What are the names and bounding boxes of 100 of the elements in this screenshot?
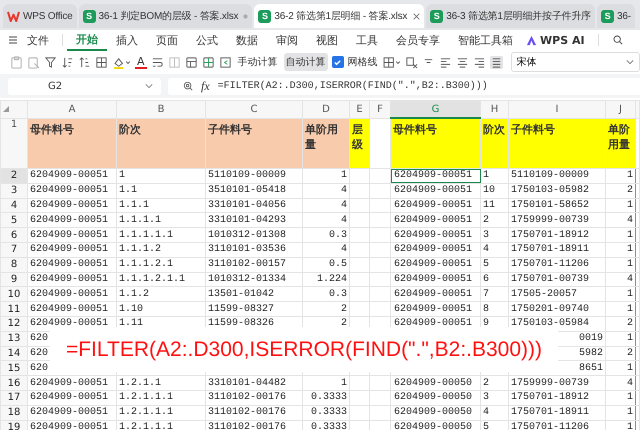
filter-icon[interactable] bbox=[44, 56, 57, 68]
function-button[interactable]: fx bbox=[201, 78, 210, 94]
document-tab[interactable]: S 36-2 筛选第1层明细 - 答案.xlsx bbox=[254, 4, 424, 28]
table-cell: 6204909-00051 bbox=[28, 286, 116, 302]
table-cell: 1 bbox=[606, 257, 636, 272]
document-tab[interactable]: S 36-3 筛选第1层明细并按子件升序 bbox=[426, 4, 595, 28]
font-color-button[interactable]: A bbox=[135, 56, 147, 68]
select-all-icon[interactable] bbox=[3, 106, 9, 112]
row-header[interactable]: 18 bbox=[0, 405, 28, 420]
row-header[interactable]: 16 bbox=[0, 376, 28, 390]
column-header[interactable]: H bbox=[480, 100, 508, 118]
row-header[interactable]: 3 bbox=[0, 183, 28, 198]
row-header[interactable]: 14 bbox=[0, 346, 28, 361]
table-cell: 6204909-00051 bbox=[28, 198, 116, 213]
align-center-icon[interactable] bbox=[456, 56, 469, 68]
column-header[interactable]: D bbox=[302, 100, 350, 118]
table-cell: 3110102-00176 bbox=[206, 405, 302, 420]
row-header[interactable]: 2 bbox=[0, 168, 28, 184]
row-header[interactable]: 4 bbox=[0, 198, 28, 213]
table-cell: 1 bbox=[302, 376, 350, 390]
calculation-button[interactable]: 自动计算 bbox=[284, 53, 328, 71]
table-cell: 17505-20057 bbox=[508, 286, 606, 302]
menu-tab[interactable]: WPS AI bbox=[537, 32, 594, 48]
menu-tab[interactable]: 公式 bbox=[187, 30, 227, 50]
row-header[interactable]: 1 bbox=[0, 118, 28, 168]
table-cell: 1750701-18912 bbox=[508, 228, 606, 242]
menu-tab[interactable]: 视图 bbox=[307, 30, 347, 50]
wrap-text-icon[interactable] bbox=[150, 56, 164, 68]
cell-style-icon[interactable] bbox=[382, 56, 401, 68]
close-icon[interactable] bbox=[413, 12, 420, 20]
clear-icon[interactable] bbox=[404, 56, 418, 68]
document-tab[interactable]: S 36-1 判定BOM的层级 - 答案.xlsx bbox=[78, 4, 252, 28]
font-dropdown[interactable]: 宋体 bbox=[510, 52, 640, 72]
menu-tab[interactable]: 智能工具箱 bbox=[449, 30, 522, 50]
header-cell: 子件料号 bbox=[508, 118, 606, 168]
calculation-button[interactable]: 手动计算 bbox=[236, 53, 280, 71]
row-header[interactable]: 5 bbox=[0, 212, 28, 228]
menu-tab[interactable]: 审阅 bbox=[267, 30, 307, 50]
menu-tab[interactable]: 页面 bbox=[147, 30, 187, 50]
menu-tab[interactable]: 工具 bbox=[347, 30, 387, 50]
gridlines-checkbox[interactable] bbox=[332, 56, 344, 68]
row-header[interactable]: 11 bbox=[0, 302, 28, 316]
table-cell: 1.2.1.1.1 bbox=[116, 420, 206, 430]
search-icon[interactable] bbox=[612, 35, 623, 45]
table-icon[interactable] bbox=[184, 56, 198, 68]
table-cell: 4 bbox=[606, 212, 636, 228]
header-cell: 阶次 bbox=[480, 118, 508, 168]
document-tab[interactable]: S 36- bbox=[596, 4, 635, 28]
row-header[interactable]: 10 bbox=[0, 286, 28, 302]
align-right-icon[interactable] bbox=[472, 56, 486, 68]
formula-text: =FILTER(A2:.D300,ISERROR(FIND(".",B2:.B300))) bbox=[218, 80, 488, 92]
column-header[interactable]: E bbox=[350, 100, 370, 118]
menu-tab[interactable]: 数据 bbox=[227, 30, 267, 50]
table-cell: 6204909-00051 bbox=[390, 168, 480, 184]
table-cell: 1750701-11206 bbox=[508, 257, 606, 272]
sort-descending-icon[interactable] bbox=[78, 56, 91, 68]
menu-icon[interactable] bbox=[8, 35, 18, 45]
align-left-icon[interactable] bbox=[438, 56, 452, 68]
table-cell: 6204909-00051 bbox=[28, 376, 116, 390]
table-cell: 6204909-00050 bbox=[390, 405, 480, 420]
document-tab[interactable]: WPS Office bbox=[3, 4, 76, 28]
column-header[interactable]: I bbox=[508, 100, 606, 118]
fill-color-icon[interactable] bbox=[112, 56, 131, 68]
column-header[interactable]: J bbox=[606, 100, 636, 118]
table-cell: 1 bbox=[606, 360, 636, 376]
menu-tab[interactable]: 插入 bbox=[107, 30, 147, 50]
name-box[interactable]: G2 bbox=[8, 78, 161, 94]
row-header[interactable]: 17 bbox=[0, 390, 28, 406]
table-cell: 4 bbox=[606, 376, 636, 390]
table-cell: 6204909-00051 bbox=[28, 302, 116, 316]
row-header[interactable]: 19 bbox=[0, 420, 28, 430]
border-icon[interactable] bbox=[95, 56, 108, 68]
table-cell: 6204909-00051 bbox=[390, 257, 480, 272]
table-cell: 1 bbox=[606, 228, 636, 242]
justify-icon[interactable] bbox=[490, 56, 503, 68]
row-header[interactable]: 6 bbox=[0, 228, 28, 242]
header-cell: 母件料号 bbox=[390, 118, 480, 168]
grid-icon[interactable] bbox=[202, 56, 215, 68]
checkmark-icon bbox=[333, 58, 342, 66]
column-header[interactable]: B bbox=[116, 100, 206, 118]
table-cell: 5110109-00009 bbox=[508, 168, 606, 184]
sort-ascending-icon[interactable] bbox=[61, 56, 74, 68]
column-header[interactable]: C bbox=[206, 100, 302, 118]
menu-tab[interactable]: 文件 bbox=[18, 30, 58, 50]
column-header[interactable]: A bbox=[28, 100, 116, 118]
row-header[interactable]: 8 bbox=[0, 257, 28, 272]
zoom-icon[interactable] bbox=[183, 81, 193, 91]
formula-field[interactable]: fx =FILTER(A2:.D300,ISERROR(FIND(".",B2:.B300))) bbox=[168, 78, 640, 94]
row-header[interactable]: 13 bbox=[0, 331, 28, 346]
row-header[interactable]: 9 bbox=[0, 272, 28, 287]
row-header[interactable]: 15 bbox=[0, 360, 28, 376]
column-header[interactable]: F bbox=[370, 100, 390, 118]
table-cell: 1759999-00739 bbox=[508, 212, 606, 228]
table-cell: 0.5 bbox=[302, 257, 350, 272]
row-header[interactable]: 7 bbox=[0, 242, 28, 258]
spreadsheet-icon: S bbox=[258, 10, 272, 22]
table-cell: 5 bbox=[480, 257, 508, 272]
menu-tab[interactable]: 会员专享 bbox=[387, 30, 449, 50]
table-cell: 1.1.1.2.1.1 bbox=[116, 272, 206, 287]
row-header[interactable]: 12 bbox=[0, 316, 28, 332]
